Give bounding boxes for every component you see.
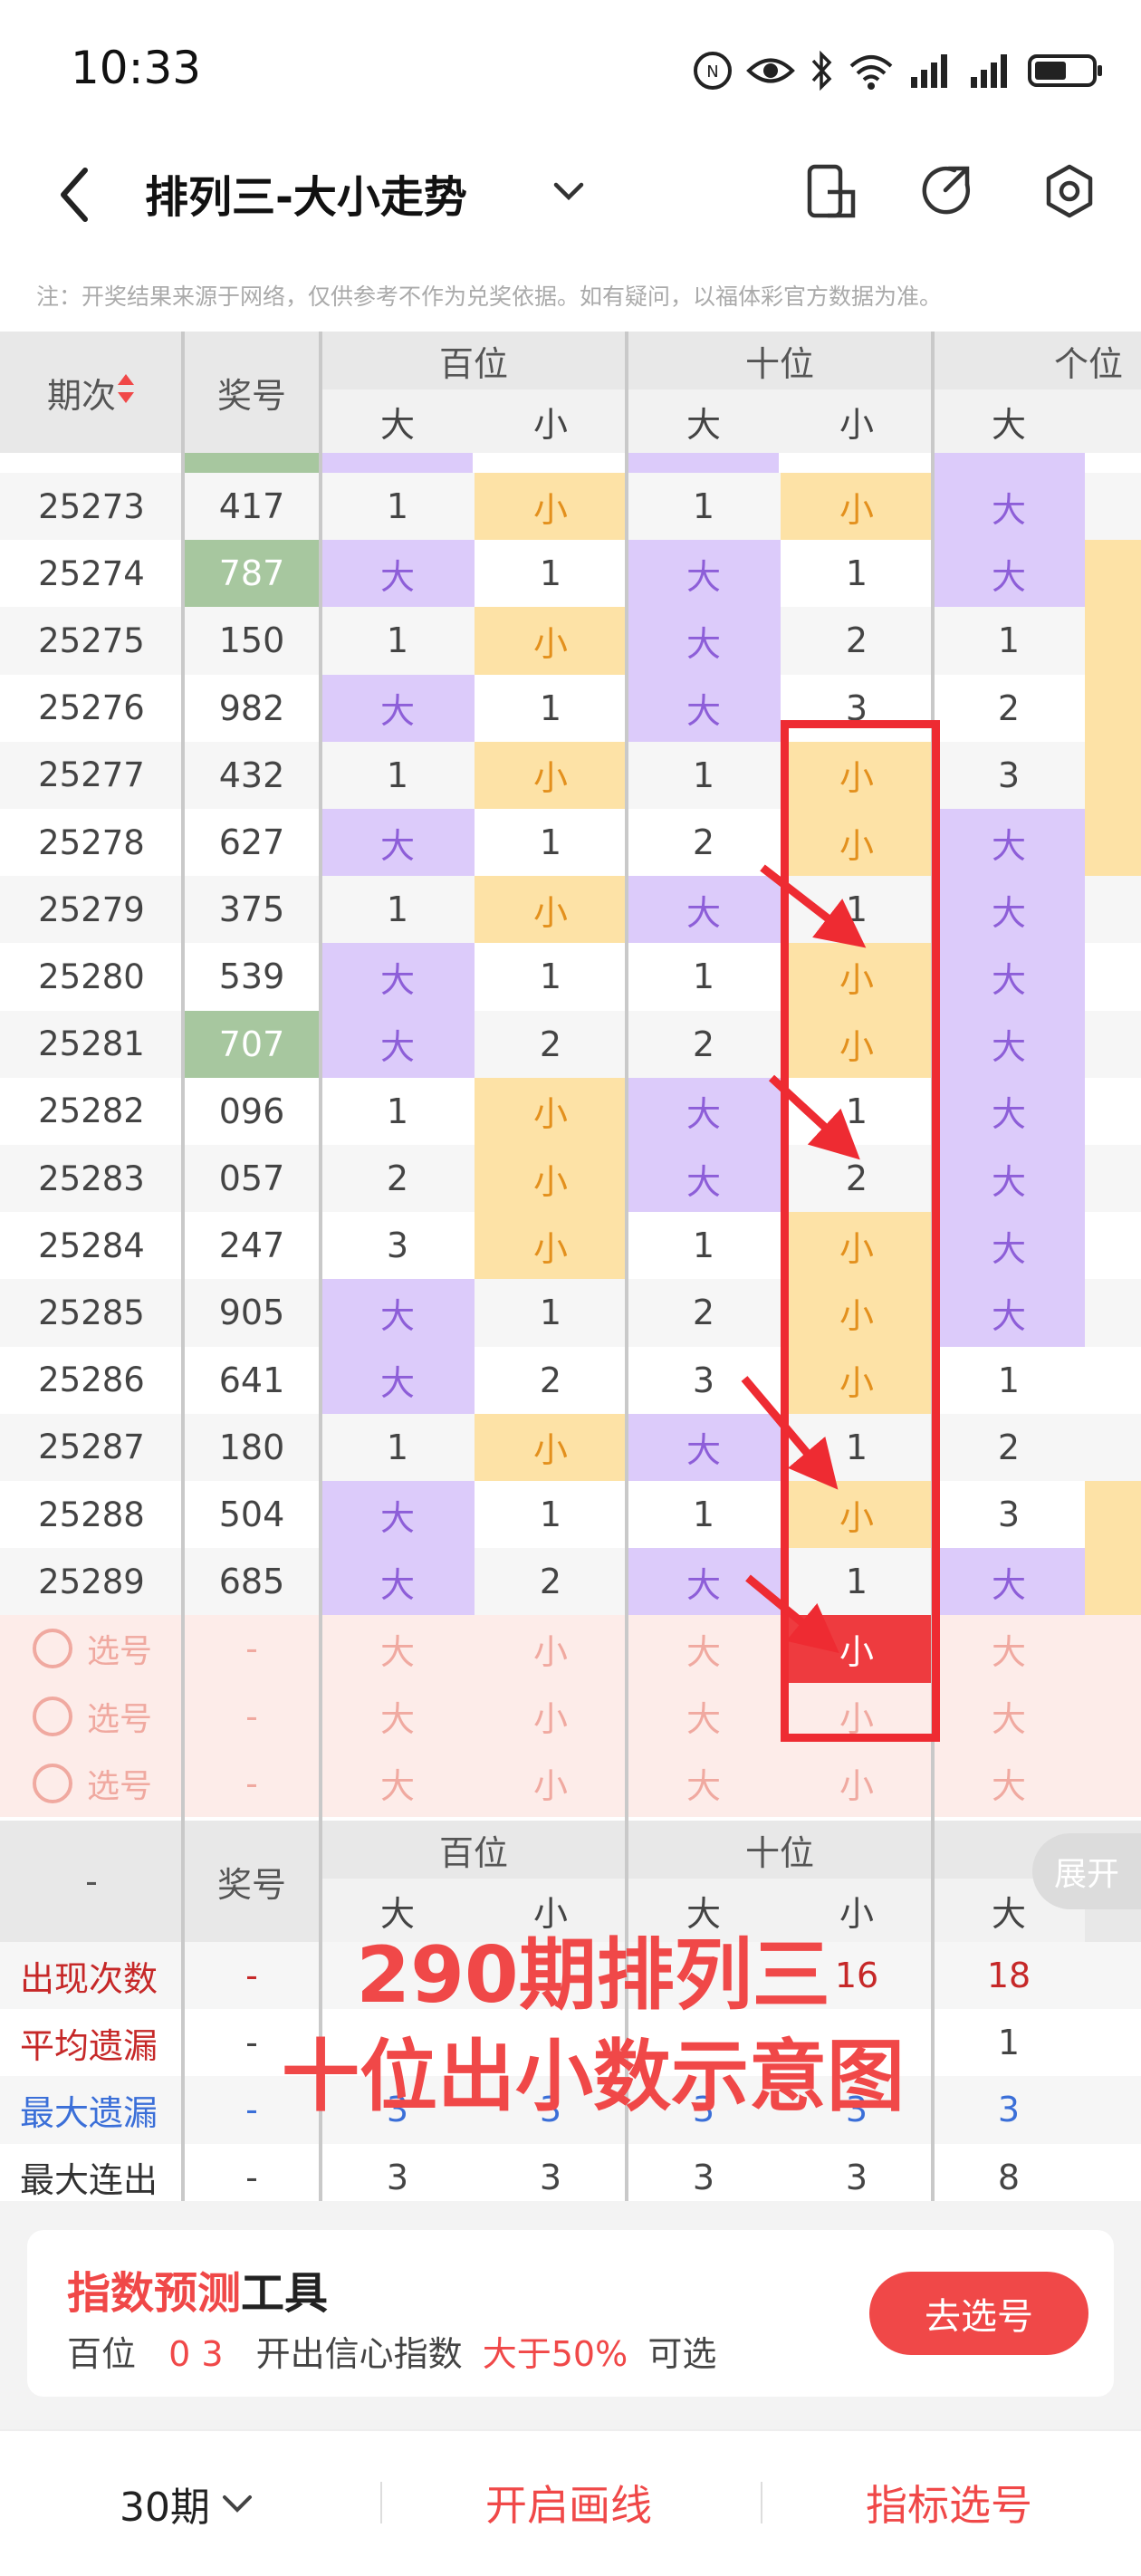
overlay-caption: 290期排列三 十位出小数示意图 bbox=[263, 1925, 924, 2128]
chevron-down-icon bbox=[223, 2495, 252, 2513]
stats-label: 平均遗漏 bbox=[0, 2009, 183, 2077]
tool-condition: 大于50% bbox=[482, 2334, 628, 2374]
tool-title-red: 指数预测 bbox=[67, 2268, 242, 2319]
stats-value: 1 bbox=[933, 2009, 1085, 2077]
stats-dash-header: - bbox=[0, 1821, 183, 1942]
arrow-annotations bbox=[741, 864, 867, 1654]
go-pick-button[interactable]: 去选号 bbox=[869, 2272, 1088, 2355]
arrow-1 bbox=[760, 864, 867, 948]
expand-button[interactable]: 展开 bbox=[1032, 1833, 1141, 1909]
arrow-3 bbox=[741, 1376, 839, 1490]
tool-title: 指数预测工具 bbox=[67, 2257, 328, 2321]
tool-tail: 可选 bbox=[647, 2334, 717, 2374]
tool-position: 百位 bbox=[67, 2334, 137, 2374]
stats-tail bbox=[1085, 2009, 1141, 2077]
period-selector[interactable]: 30期 bbox=[120, 2475, 255, 2533]
stats-label: 最大遗漏 bbox=[0, 2076, 183, 2144]
stats-group-header-0: 百位 bbox=[321, 1821, 627, 1879]
tool-desc: 开出信心指数 bbox=[255, 2334, 463, 2374]
divider bbox=[761, 2482, 762, 2523]
draw-line-button[interactable]: 开启画线 bbox=[485, 2473, 652, 2533]
index-pick-button[interactable]: 指标选号 bbox=[866, 2473, 1032, 2533]
period-label: 30期 bbox=[120, 2485, 210, 2531]
stats-number-header: 奖号 bbox=[183, 1821, 321, 1942]
overlay-line-2: 十位出小数示意图 bbox=[282, 2032, 905, 2122]
overlay-line-1: 290期排列三 bbox=[356, 1930, 830, 2021]
tool-desc-line: 百位 0 3 开出信心指数 大于50% 可选 bbox=[67, 2326, 716, 2376]
stats-label: 出现次数 bbox=[0, 1942, 183, 2010]
tool-numbers: 0 3 bbox=[168, 2334, 224, 2374]
stats-group-header-1: 十位 bbox=[627, 1821, 933, 1879]
stats-value: 18 bbox=[933, 1942, 1085, 2010]
divider bbox=[380, 2482, 382, 2523]
stats-value: 3 bbox=[933, 2076, 1085, 2144]
tool-title-black: 工具 bbox=[241, 2268, 329, 2319]
index-tool-card: 指数预测工具 百位 0 3 开出信心指数 大于50% 可选 去选号 bbox=[27, 2230, 1114, 2397]
arrow-4 bbox=[745, 1574, 839, 1654]
stats-tail bbox=[1085, 2076, 1141, 2144]
bottom-toolbar: 30期 开启画线 指标选号 bbox=[0, 2429, 1141, 2576]
arrow-2 bbox=[768, 1074, 860, 1160]
stats-tail bbox=[1085, 1942, 1141, 2010]
